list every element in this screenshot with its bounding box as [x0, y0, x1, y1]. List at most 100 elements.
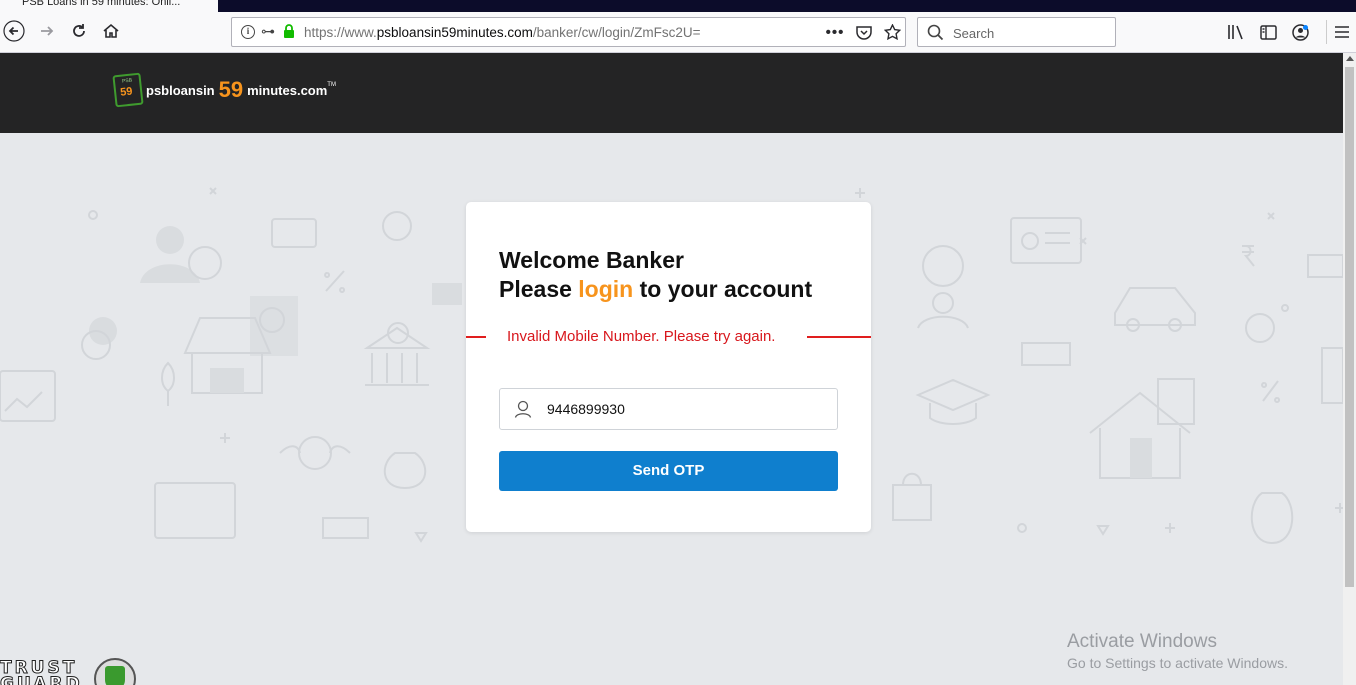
car-icon — [1114, 287, 1196, 326]
activate-windows-watermark: Activate Windows Go to Settings to activ… — [1067, 631, 1288, 673]
browser-toolbar: i ⊶ https://www.psbloansin59minutes.com/… — [0, 12, 1356, 53]
coin-icon — [382, 211, 412, 241]
sidebar-icon — [1259, 24, 1277, 40]
graduation-cap-base-icon — [929, 403, 977, 425]
url-path: /banker/cw/login/ZmFsc2U= — [532, 25, 701, 40]
percent-icon — [1261, 380, 1281, 403]
moneybag-icon — [383, 452, 427, 490]
site-header: PSB 59 psbloansin 59 minutes.com TM — [0, 53, 1343, 133]
tree-icon — [161, 361, 175, 406]
error-divider-right — [807, 336, 871, 338]
dot-icon — [88, 210, 98, 220]
url-text[interactable]: https://www.psbloansin59minutes.com/bank… — [304, 25, 701, 40]
star-icon — [883, 24, 901, 40]
scrollbar-thumb[interactable] — [1345, 67, 1354, 587]
wings-icon — [279, 445, 351, 454]
trust-guard-text: TRUST GUARD — [0, 658, 83, 685]
error-divider-left — [466, 336, 486, 338]
people-coin-icon — [922, 245, 964, 287]
site-logo[interactable]: PSB 59 psbloansin 59 minutes.com TM — [112, 72, 336, 108]
back-button[interactable] — [2, 19, 26, 43]
url-host: psbloansin59minutes.com — [376, 25, 533, 40]
document-icon — [250, 296, 298, 356]
coin-icon — [1021, 232, 1039, 250]
hamburger-menu-icon — [1335, 26, 1349, 38]
logo-text-part2: 59 — [218, 77, 244, 102]
please-text: Please — [499, 276, 572, 302]
dot-icon — [1281, 304, 1289, 312]
mobile-number-field[interactable] — [499, 388, 838, 430]
people-icon — [917, 315, 969, 329]
login-highlight-text: login — [578, 276, 634, 302]
cash-icon — [432, 283, 462, 305]
people-head-icon — [932, 292, 954, 314]
welcome-heading: Welcome Banker — [499, 247, 684, 273]
search-bar[interactable]: Search — [917, 17, 1116, 47]
logo-text-part3: minutes.com — [247, 82, 328, 98]
shop-door-icon — [210, 368, 244, 393]
reload-button[interactable] — [67, 19, 91, 43]
trust-guard-badge[interactable]: TRUST GUARD — [0, 657, 140, 685]
document-icon — [1157, 378, 1195, 425]
user-icon — [514, 400, 532, 418]
home-button[interactable] — [99, 19, 123, 43]
user-body-icon — [140, 264, 200, 283]
url-prefix: https://www. — [304, 25, 377, 40]
cash-icon — [1021, 342, 1071, 366]
pocket-icon — [856, 25, 872, 40]
certificate-lines-icon — [1045, 232, 1070, 244]
forward-arrow-icon — [41, 26, 54, 36]
coin-icon — [188, 246, 222, 280]
site-info-icon[interactable]: i — [241, 25, 255, 39]
url-bar[interactable]: i ⊶ https://www.psbloansin59minutes.com/… — [231, 17, 906, 47]
library-button[interactable] — [1224, 20, 1248, 44]
logo-trademark: TM — [327, 82, 336, 88]
laptop-icon — [154, 482, 236, 539]
lock-icon[interactable] — [283, 24, 295, 38]
bookmark-button[interactable] — [881, 22, 903, 42]
key-icon[interactable]: ⊶ — [261, 23, 275, 40]
cash-icon — [1307, 254, 1343, 278]
account-icon — [1291, 23, 1309, 41]
account-text: to your account — [639, 276, 813, 302]
logo-badge-icon: PSB 59 — [112, 72, 144, 108]
rupee-icon — [1242, 245, 1255, 267]
chart-icon — [0, 370, 56, 422]
search-placeholder: Search — [953, 26, 995, 41]
laptop-icon — [1321, 347, 1343, 404]
logo-badge-text: 59 — [119, 85, 134, 99]
moneybag-icon — [1250, 492, 1294, 545]
home-icon — [103, 23, 119, 38]
wings-coin-icon — [298, 436, 332, 470]
user-icon — [156, 226, 184, 254]
coin-icon — [1245, 313, 1275, 343]
logo-badge-small-text: PSB — [121, 77, 133, 85]
bank-icon — [363, 326, 431, 386]
percent-icon — [324, 270, 346, 293]
reload-icon — [73, 24, 85, 37]
account-button[interactable] — [1288, 20, 1312, 44]
back-arrow-icon — [3, 20, 25, 42]
chart-line-icon — [4, 391, 43, 412]
page-scrollbar[interactable] — [1343, 53, 1356, 685]
page-actions-button[interactable]: ••• — [824, 22, 846, 42]
graduation-cap-icon — [915, 378, 991, 412]
activate-windows-title: Activate Windows — [1067, 631, 1217, 652]
cash-icon — [322, 517, 369, 539]
triangle-icon — [1096, 525, 1110, 536]
mobile-number-input[interactable] — [547, 389, 827, 429]
shield-icon — [94, 658, 136, 685]
login-card: Welcome Banker Please login to your acco… — [466, 202, 871, 532]
pocket-button[interactable] — [853, 22, 875, 42]
shopping-bag-icon — [892, 472, 932, 521]
browser-tab[interactable]: PSB Loans in 59 minutes: Onli... — [0, 0, 218, 12]
send-otp-button[interactable]: Send OTP — [499, 451, 838, 491]
card-icon — [271, 218, 317, 248]
menu-button[interactable] — [1330, 20, 1354, 44]
search-icon — [927, 24, 944, 41]
forward-button[interactable] — [35, 19, 59, 43]
library-icon — [1228, 25, 1243, 40]
activate-windows-subtitle: Go to Settings to activate Windows. — [1067, 655, 1288, 671]
sidebar-button[interactable] — [1256, 20, 1280, 44]
scroll-up-arrow-icon[interactable] — [1346, 56, 1354, 61]
